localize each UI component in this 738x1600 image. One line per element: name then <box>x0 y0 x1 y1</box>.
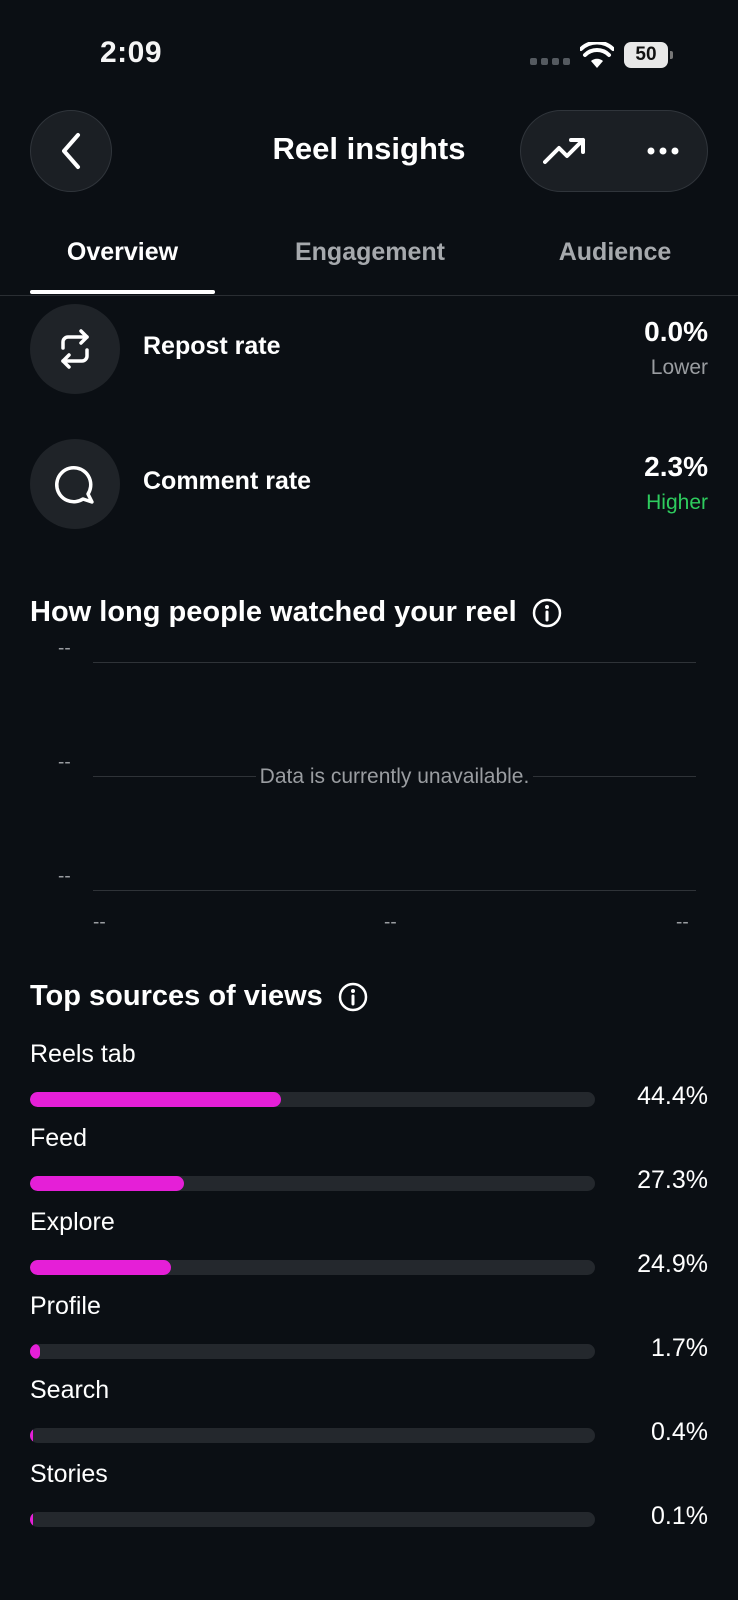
source-label: Reels tab <box>30 1040 136 1068</box>
source-bar-fill <box>30 1428 33 1443</box>
y-tick-label: -- <box>58 638 71 659</box>
wifi-icon <box>580 42 614 68</box>
trend-button[interactable] <box>541 131 589 171</box>
source-bar-track <box>30 1428 595 1443</box>
source-row: Reels tab 44.4% <box>30 1040 708 1120</box>
tab-overview[interactable]: Overview <box>30 238 215 267</box>
info-icon[interactable] <box>531 597 563 629</box>
source-value: 27.3% <box>637 1166 708 1194</box>
comment-icon <box>54 465 94 504</box>
source-bar-track <box>30 1260 595 1275</box>
source-bar-fill <box>30 1092 281 1107</box>
source-bar-track <box>30 1512 595 1527</box>
source-value: 1.7% <box>651 1334 708 1362</box>
info-icon[interactable] <box>337 981 369 1013</box>
more-horizontal-icon <box>647 147 679 155</box>
chart-empty-message: Data is currently unavailable. <box>255 765 534 788</box>
x-tick-label: -- <box>384 912 397 933</box>
source-label: Feed <box>30 1124 87 1152</box>
source-label: Explore <box>30 1208 115 1236</box>
source-row: Explore 24.9% <box>30 1208 708 1288</box>
source-label: Profile <box>30 1292 101 1320</box>
metric-comparison: Lower <box>650 356 708 379</box>
source-row: Search 0.4% <box>30 1376 708 1456</box>
repost-icon-circle <box>30 304 120 394</box>
source-label: Stories <box>30 1460 108 1488</box>
x-tick-label: -- <box>93 912 106 933</box>
watch-time-title: How long people watched your reel <box>30 596 517 628</box>
source-bar-fill <box>30 1512 33 1527</box>
tab-bar: Overview Engagement Audience <box>0 228 738 296</box>
metric-label: Comment rate <box>143 467 312 495</box>
source-value: 44.4% <box>637 1082 708 1110</box>
source-label: Search <box>30 1376 110 1404</box>
source-bar-track <box>30 1344 595 1359</box>
source-row: Feed 27.3% <box>30 1124 708 1204</box>
repost-icon <box>61 329 89 369</box>
x-tick-label: -- <box>676 912 689 933</box>
gridline <box>93 890 696 891</box>
y-tick-label: -- <box>58 752 71 773</box>
comment-rate-row: Comment rate 2.3% Higher <box>30 439 708 529</box>
more-button[interactable] <box>639 131 687 171</box>
source-row: Stories 0.1% <box>30 1460 708 1540</box>
source-row: Profile 1.7% <box>30 1292 708 1372</box>
tab-audience[interactable]: Audience <box>525 238 705 267</box>
sources-heading: Top sources of views <box>30 980 369 1013</box>
y-tick-label: -- <box>58 866 71 887</box>
tab-engagement[interactable]: Engagement <box>270 238 470 267</box>
active-tab-indicator <box>30 290 215 294</box>
sources-title: Top sources of views <box>30 980 323 1012</box>
watch-time-heading: How long people watched your reel <box>30 596 563 629</box>
source-value: 0.4% <box>651 1418 708 1446</box>
metric-label: Repost rate <box>143 332 281 360</box>
metric-comparison: Higher <box>646 491 708 514</box>
status-time: 2:09 <box>100 36 163 69</box>
metric-value: 0.0% <box>644 316 708 347</box>
gridline <box>93 662 696 663</box>
repost-rate-row: Repost rate 0.0% Lower <box>30 304 708 394</box>
source-value: 0.1% <box>651 1502 708 1530</box>
cellular-signal-icon <box>530 58 570 65</box>
header-actions <box>520 110 708 192</box>
source-value: 24.9% <box>637 1250 708 1278</box>
metric-value: 2.3% <box>644 451 708 482</box>
source-bar-track <box>30 1176 595 1191</box>
battery-icon: 50 <box>624 42 673 68</box>
source-bar-fill <box>30 1260 171 1275</box>
comment-icon-circle <box>30 439 120 529</box>
battery-level: 50 <box>624 42 668 68</box>
source-bar-fill <box>30 1176 185 1191</box>
trending-up-icon <box>543 138 585 164</box>
watch-time-chart: -- -- -- Data is currently unavailable. … <box>30 638 708 940</box>
chart-empty-state: Data is currently unavailable. <box>93 765 696 789</box>
source-bar-fill <box>30 1344 40 1359</box>
source-bar-track <box>30 1092 595 1107</box>
